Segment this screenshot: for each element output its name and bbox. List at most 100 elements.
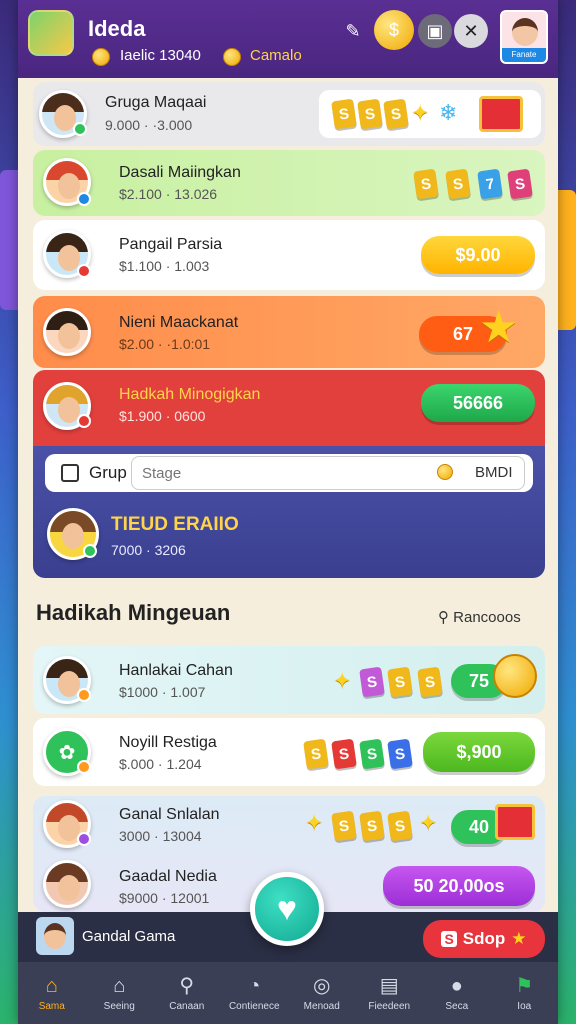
card-icon: S [331, 98, 357, 130]
nav-item-clock[interactable]: ◔ Contienece [221, 962, 289, 1024]
close-icon[interactable]: ✕ [454, 14, 488, 48]
nav-label: Fieedeen [368, 1000, 411, 1012]
chat-bubble-icon[interactable]: ✎ [336, 14, 370, 48]
star-icon: ✦ [333, 668, 352, 693]
chat-icon: ◎ [313, 974, 331, 997]
star-icon: ✦ [305, 810, 324, 835]
list-item[interactable]: Ganal Snlalan 3000 · 13004 ✦ S S S ✦ 40 [33, 796, 545, 854]
nav-label: Sama [38, 1000, 65, 1012]
row-sub: $2.100 · 13.026 [119, 186, 218, 202]
nav-item-home[interactable]: ⌂ Sama [18, 962, 86, 1024]
nav-item-user[interactable]: ● Seca [423, 962, 491, 1024]
online-badge [73, 122, 87, 136]
group-input-value: BMDI [475, 464, 513, 481]
card-icon: S [359, 810, 385, 842]
online-badge [77, 760, 91, 774]
list-item[interactable]: Hadkah Minogigkan $1.900 · 0600 56666 [33, 370, 545, 446]
card-icon: S [413, 168, 439, 200]
user-icon: ● [450, 974, 463, 997]
smile-icon [223, 48, 241, 66]
avatar[interactable] [36, 917, 74, 955]
shop-button[interactable]: S Sdop ★ [423, 920, 545, 958]
avatar [43, 860, 91, 908]
card-icon: S [445, 168, 471, 200]
group-input[interactable] [131, 456, 525, 490]
reward-strip[interactable]: S S S ✦ ❄ [319, 90, 541, 138]
app-logo [28, 10, 74, 56]
row-name: Noyill Restiga [119, 734, 217, 751]
row-sub: $.000 · 1.204 [119, 756, 202, 772]
nav-item-chat[interactable]: ◎ Menoad [288, 962, 356, 1024]
nav-label: Menoad [303, 1000, 340, 1012]
bottom-name: Gandal Gama [82, 928, 176, 945]
clock-icon: ◔ [248, 974, 261, 997]
shop-icon: S [441, 931, 457, 947]
card-icon: 7 [477, 168, 503, 200]
price-button[interactable]: $,900 [423, 732, 535, 772]
heart-icon: ♥ [276, 889, 298, 928]
section-title: Hadikah Mingeuan [36, 600, 231, 625]
card-icon: S [417, 666, 443, 698]
avatar [43, 308, 91, 356]
online-badge [77, 688, 91, 702]
online-badge [77, 264, 91, 278]
list-item-top[interactable]: Gruga Maqaai 9.000 · ·3.000 S S S ✦ ❄ [33, 82, 545, 146]
row-name: Dasali Maiingkan [119, 164, 241, 181]
coin-icon [92, 48, 110, 66]
bottom-nav: ⌂ Sama ⌂ Seeing ⚲ Canaan ◔ Contienece ◎ … [18, 962, 558, 1024]
score-button[interactable]: 56666 [421, 384, 535, 422]
nav-label: Seca [445, 1000, 469, 1012]
list-item[interactable]: Pangail Parsia $1.100 · 1.003 $9.00 [33, 220, 545, 290]
card-icon: S [387, 738, 413, 770]
group-checkbox[interactable] [61, 464, 79, 482]
nav-label: Canaan [169, 1000, 205, 1012]
price-button[interactable]: 50 20,00os [383, 866, 535, 906]
shop-label: Sdop [462, 929, 506, 948]
search-icon: ⚲ [438, 609, 454, 626]
list-item[interactable]: Dasali Maiingkan $2.100 · 13.026 S S 7 S [33, 150, 545, 216]
nav-label: Ioa [517, 1000, 532, 1012]
coin-icon [437, 464, 453, 480]
row-sub: $1.100 · 1.003 [119, 258, 210, 274]
favorite-fab[interactable]: ♥ [250, 872, 324, 946]
media-icon[interactable]: ▣ [418, 14, 452, 48]
card-icon: S [303, 738, 329, 770]
group-checkbox-label: Grup [89, 463, 127, 482]
nav-label: Contienece [228, 1000, 280, 1012]
nav-item-search[interactable]: ⚲ Canaan [153, 962, 221, 1024]
snowflake-icon: ❄ [439, 100, 458, 125]
search-icon: ⚲ [179, 974, 195, 997]
nav-item-chart[interactable]: ▤ Fieedeen [356, 962, 424, 1024]
card-icon: S [357, 98, 383, 130]
online-badge [83, 544, 97, 558]
group-sub: 7000 · 3206 [111, 542, 186, 558]
online-badge [77, 832, 91, 846]
header-bar: Ideda Iaelic 13040 Camalo ✎ $ ▣ ✕ Fanate [18, 0, 558, 78]
profile-label: Fanate [502, 48, 546, 62]
list-item[interactable]: ✿ Noyill Restiga $.000 · 1.204 S S S S $… [33, 718, 545, 786]
list-item[interactable]: Nieni Maackanat $2.00 · ·1.0:01 67 ★ [33, 296, 545, 368]
row-name: Gruga Maqaai [105, 94, 207, 111]
row-name: Gaadal Nedia [119, 868, 217, 885]
row-sub: $9000 · 12001 [119, 890, 210, 906]
nav-item-flag[interactable]: ⚑ Ioa [491, 962, 559, 1024]
price-button[interactable]: $9.00 [421, 236, 535, 274]
online-badge [77, 414, 91, 428]
header-subtitle-right: Camalo [250, 47, 302, 64]
row-sub: $2.00 · ·1.0:01 [119, 336, 211, 352]
card-icon: S [359, 666, 385, 698]
row-sub: $1.900 · 0600 [119, 408, 206, 424]
list-item[interactable]: Hanlakai Cahan $1000 · 1.007 ✦ S S S 75 [33, 646, 545, 714]
section-search-label: Rancooos [453, 609, 521, 626]
star-icon: ★ [479, 303, 519, 352]
section-search-link[interactable]: ⚲ Rancooos [438, 608, 521, 626]
group-panel: Grup BMDI TIEUD ERAIIO 7000 · 3206 [33, 446, 545, 578]
profile-avatar[interactable]: Fanate [500, 10, 548, 64]
row-sub: 3000 · 13004 [119, 828, 202, 844]
app-title: Ideda [88, 16, 146, 41]
card-icon: S [359, 738, 385, 770]
app-frame: Ideda Iaelic 13040 Camalo ✎ $ ▣ ✕ Fanate… [18, 0, 558, 1024]
coins-icon[interactable]: $ [374, 10, 414, 50]
group-search-bar: Grup BMDI [45, 454, 533, 492]
nav-item-shop[interactable]: ⌂ Seeing [86, 962, 154, 1024]
